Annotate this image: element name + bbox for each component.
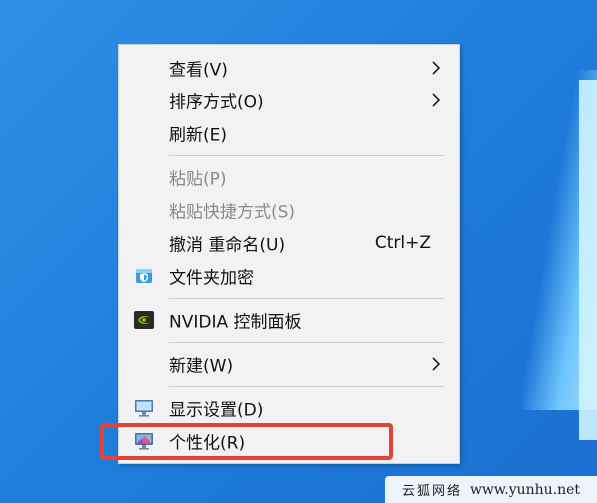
chevron-right-icon (432, 93, 441, 107)
menu-item-label: 粘贴快捷方式(S) (169, 202, 296, 223)
menu-item-new[interactable]: 新建(W) (119, 349, 459, 379)
menu-item-label: 查看(V) (169, 60, 228, 81)
menu-item-sort-by[interactable]: 排序方式(O) (119, 85, 459, 115)
watermark-brand: 云狐网络 (401, 484, 462, 499)
menu-separator (169, 298, 444, 299)
menu-separator (169, 155, 444, 156)
menu-item-nvidia-control-panel[interactable]: NVIDIA 控制面板 (119, 305, 459, 335)
menu-item-undo-rename[interactable]: 撤消 重命名(U) Ctrl+Z (119, 228, 459, 258)
menu-item-label: 显示设置(D) (169, 400, 264, 421)
menu-item-paste[interactable]: 粘贴(P) (119, 162, 459, 192)
menu-item-view[interactable]: 查看(V) (119, 53, 459, 83)
shield-folder-icon (133, 265, 155, 287)
menu-item-shortcut: Ctrl+Z (374, 233, 431, 253)
menu-item-label: 刷新(E) (169, 125, 228, 146)
highlight-annotation-box (100, 423, 393, 460)
menu-item-label: 撤消 重命名(U) (169, 235, 286, 256)
menu-item-folder-encrypt[interactable]: 文件夹加密 (119, 261, 459, 291)
desktop-context-menu: 查看(V) 排序方式(O) 刷新(E) 粘贴(P) 粘贴快捷方式(S) 撤消 重… (118, 44, 460, 464)
menu-item-label: 文件夹加密 (169, 268, 254, 289)
menu-item-label: NVIDIA 控制面板 (169, 312, 302, 333)
site-watermark: 云狐网络 www.yunhu.net (385, 476, 597, 503)
monitor-icon (133, 397, 155, 419)
wallpaper-light-edge (579, 80, 597, 440)
menu-item-label: 新建(W) (169, 356, 234, 377)
menu-item-label: 排序方式(O) (169, 92, 264, 113)
nvidia-icon (133, 309, 155, 331)
menu-item-display-settings[interactable]: 显示设置(D) (119, 393, 459, 423)
menu-separator (169, 342, 444, 343)
menu-item-refresh[interactable]: 刷新(E) (119, 118, 459, 148)
watermark-url: www.yunhu.net (469, 481, 581, 498)
menu-item-paste-shortcut[interactable]: 粘贴快捷方式(S) (119, 195, 459, 225)
chevron-right-icon (432, 61, 441, 75)
chevron-right-icon (432, 357, 441, 371)
menu-item-label: 粘贴(P) (169, 169, 227, 190)
menu-separator (169, 386, 444, 387)
